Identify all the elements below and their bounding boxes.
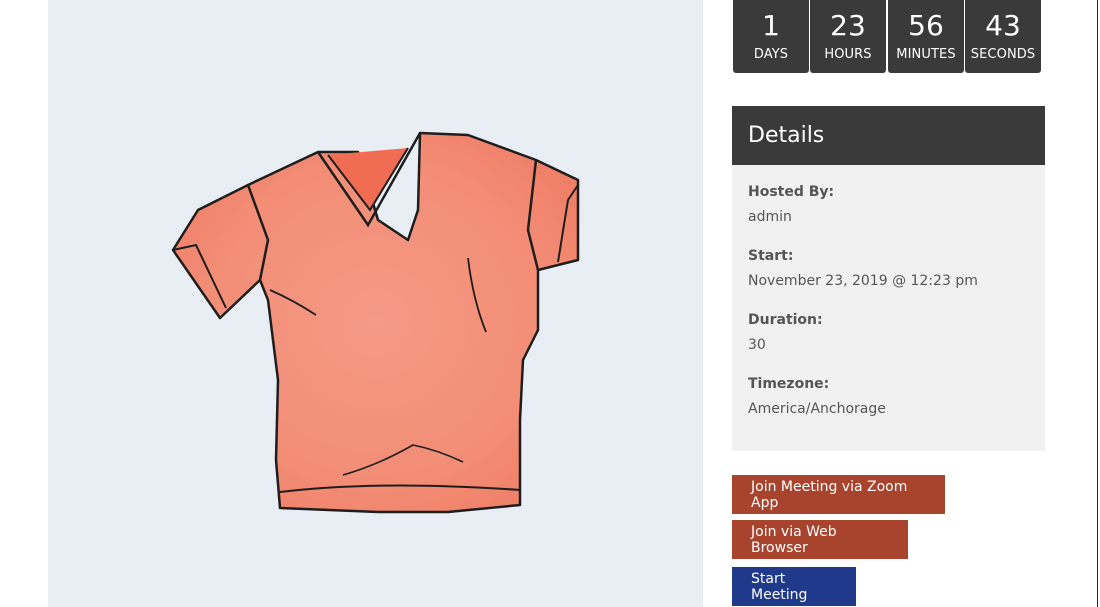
countdown-days-value: 1 [762, 9, 780, 42]
details-body: Hosted By: admin Start: November 23, 201… [732, 165, 1045, 439]
countdown-hours-value: 23 [830, 9, 866, 42]
join-zoom-app-button[interactable]: Join Meeting via Zoom App [732, 475, 945, 514]
join-web-browser-button[interactable]: Join via Web Browser [732, 520, 908, 559]
countdown-seconds: 43 SECONDS [965, 0, 1041, 73]
start-meeting-button[interactable]: Start Meeting [732, 567, 856, 606]
detail-hosted-by: Hosted By: admin [748, 183, 1045, 247]
detail-value: 30 [748, 337, 766, 353]
product-image [48, 0, 703, 607]
countdown-seconds-label: SECONDS [970, 47, 1036, 62]
detail-value: November 23, 2019 @ 12:23 pm [748, 273, 978, 289]
countdown-seconds-value: 43 [985, 9, 1021, 42]
countdown-days-label: DAYS [753, 47, 789, 62]
countdown-days: 1 DAYS [733, 0, 809, 73]
countdown-hours-label: HOURS [824, 47, 872, 62]
page-edge-divider [1097, 0, 1098, 607]
countdown-minutes-value: 56 [908, 9, 944, 42]
detail-value: admin [748, 209, 792, 225]
countdown-minutes-label: MINUTES [896, 47, 956, 62]
countdown-minutes: 56 MINUTES [888, 0, 964, 73]
details-card: Details Hosted By: admin Start: November… [732, 106, 1045, 451]
detail-timezone: Timezone: America/Anchorage [748, 375, 1045, 439]
details-title: Details [732, 106, 1045, 165]
detail-label: Timezone: [748, 376, 830, 392]
detail-label: Duration: [748, 312, 823, 328]
detail-start: Start: November 23, 2019 @ 12:23 pm [748, 247, 1045, 311]
detail-label: Hosted By: [748, 184, 835, 200]
tshirt-illustration [171, 131, 580, 514]
detail-duration: Duration: 30 [748, 311, 1045, 375]
detail-value: America/Anchorage [748, 401, 886, 417]
countdown-hours: 23 HOURS [810, 0, 886, 73]
detail-label: Start: [748, 248, 794, 264]
